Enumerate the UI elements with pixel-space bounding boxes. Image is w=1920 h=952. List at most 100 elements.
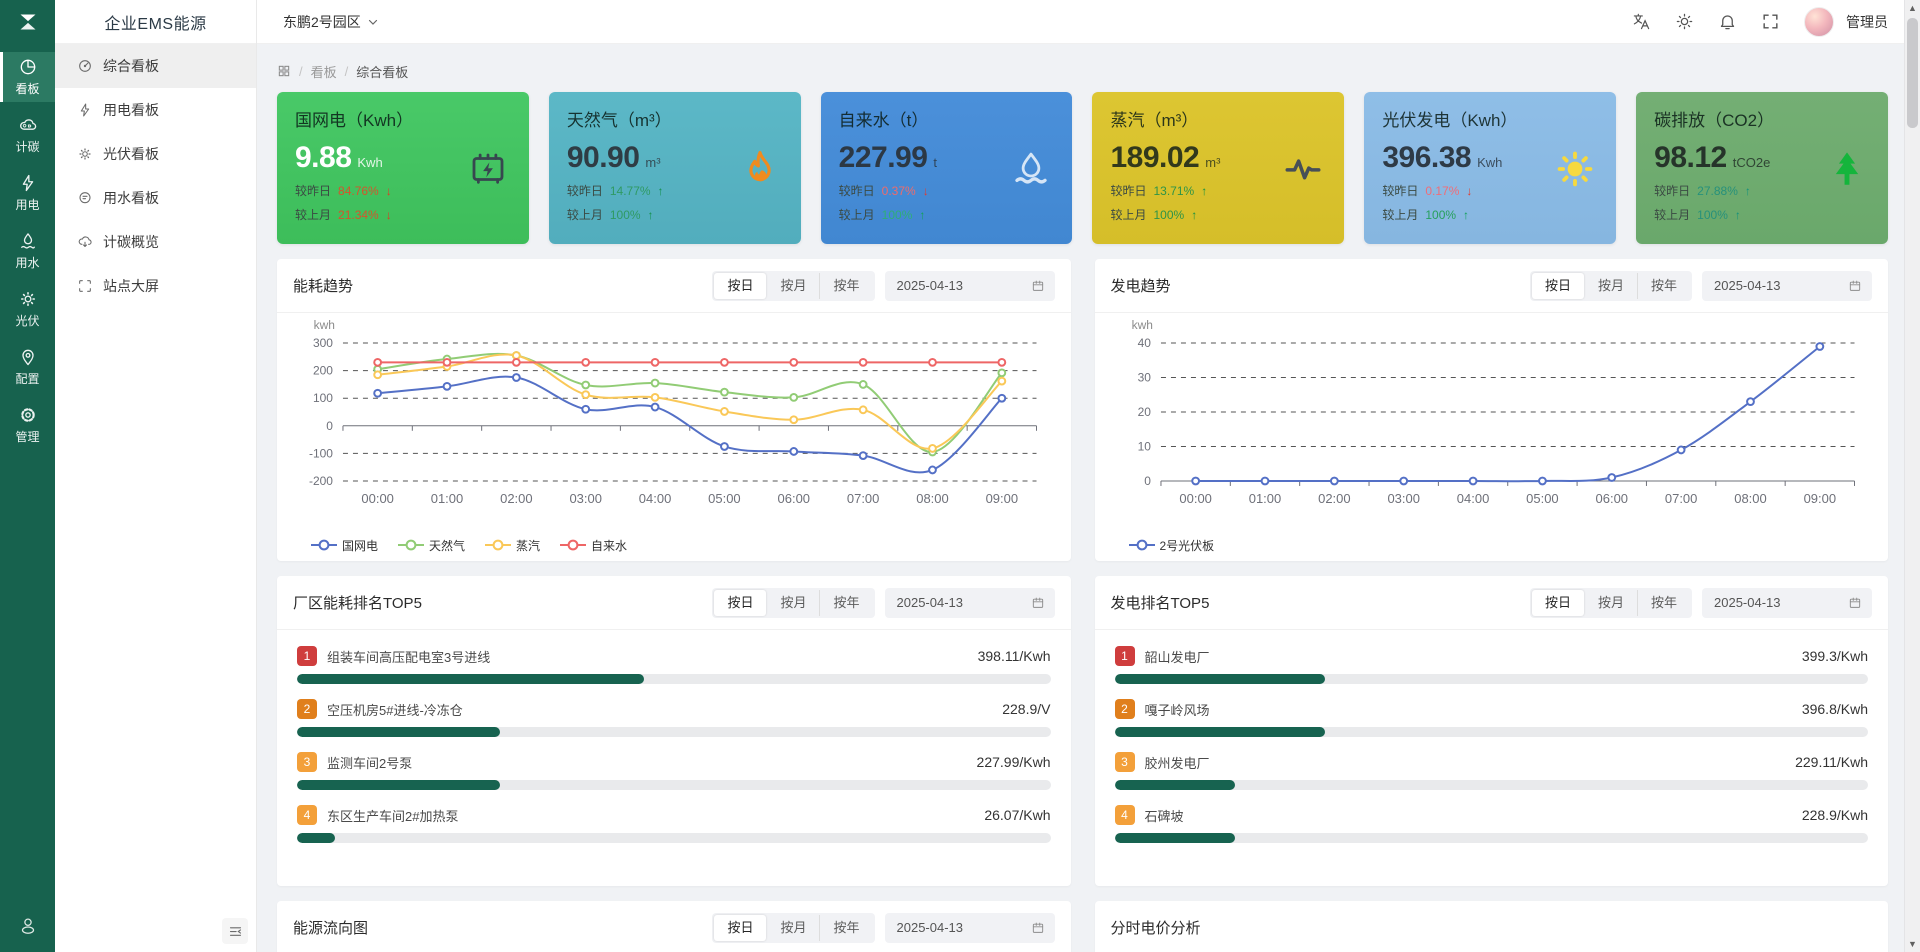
- rail-item-label: 用电: [15, 198, 40, 212]
- stat-card-unit: m³: [645, 155, 661, 170]
- svg-text:06:00: 06:00: [1595, 491, 1628, 506]
- rank-row-3: 3 监测车间2号泵 227.99/Kwh: [297, 752, 1051, 790]
- tab-按月[interactable]: 按月: [766, 590, 819, 616]
- rank-row-4: 4 石碑坡 228.9/Kwh: [1114, 805, 1868, 843]
- app-logo[interactable]: [0, 0, 55, 44]
- tab-按年[interactable]: 按年: [819, 272, 872, 299]
- collapse-sidebar-button[interactable]: [222, 918, 248, 944]
- stat-card-trend: 较上月 100% ↑: [839, 206, 1055, 223]
- legend-marker-icon: [560, 539, 587, 551]
- tab-按月[interactable]: 按月: [1584, 590, 1637, 616]
- page-scrollbar[interactable]: ▲ ▼: [1904, 0, 1920, 952]
- date-picker-value: 2025-04-13: [896, 278, 964, 293]
- rail-item-electricity[interactable]: 用电: [0, 168, 55, 218]
- notification-bell-icon[interactable]: [1718, 12, 1737, 31]
- breadcrumb-item-kanban[interactable]: 看板: [311, 62, 337, 81]
- tab-按年[interactable]: 按年: [819, 914, 872, 941]
- tab-按月[interactable]: 按月: [766, 915, 819, 941]
- fullscreen-icon[interactable]: [1761, 12, 1780, 31]
- sidebar-item-water-board[interactable]: 用水看板: [55, 176, 256, 220]
- rail-item-water[interactable]: 用水: [0, 226, 55, 276]
- arrow-up-icon: ↑: [1463, 207, 1470, 222]
- energy-trend-chart: kwh 300 200 100 0 -100 -200 00:00 01:00 02:00 03:0…: [277, 313, 1071, 557]
- svg-text:300: 300: [313, 336, 333, 350]
- tab-按日[interactable]: 按日: [714, 589, 767, 616]
- stat-card-unit: t: [933, 155, 938, 170]
- stat-card-title: 碳排放（CO2）: [1654, 111, 1775, 130]
- range-tabs: 按日 按月 按年: [1529, 270, 1692, 301]
- panel-generation-ranking: 发电排名TOP5 按日 按月 按年 2025-04-13 1 韶山发电厂 399.3/Kw…: [1094, 576, 1888, 886]
- rail-item-admin[interactable]: 管理: [0, 400, 55, 450]
- legend-item-国网电[interactable]: 国网电: [311, 537, 378, 554]
- stat-card-title: 蒸汽（m³）: [1110, 111, 1199, 130]
- legend-item-自来水[interactable]: 自来水: [560, 537, 627, 554]
- panel-title: 分时电价分析: [1110, 920, 1201, 937]
- legend-label: 蒸汽: [516, 538, 541, 553]
- legend-label: 天然气: [429, 538, 466, 553]
- tab-按月[interactable]: 按月: [766, 273, 819, 299]
- legend-item-2号光伏板[interactable]: 2号光伏板: [1128, 537, 1214, 554]
- date-picker[interactable]: 2025-04-13: [884, 912, 1055, 943]
- svg-text:07:00: 07:00: [847, 491, 880, 506]
- scrollbar-thumb[interactable]: [1907, 18, 1918, 128]
- rail-item-solar[interactable]: 光伏: [0, 284, 55, 334]
- stat-card-solar-gen: 光伏发电（Kwh） 396.38 Kwh 较昨日 0.17% ↓ 较上月 100% ↑: [1364, 92, 1617, 244]
- sidebar-item-overview[interactable]: 综合看板: [55, 44, 256, 88]
- trend-value: 21.34%: [338, 207, 379, 222]
- date-picker[interactable]: 2025-04-13: [884, 587, 1055, 618]
- topbar: 东鹏2号园区 管理员: [257, 0, 1904, 44]
- date-picker[interactable]: 2025-04-13: [1702, 587, 1872, 618]
- legend-marker-icon: [398, 539, 425, 551]
- rank-row-4: 4 东区生产车间2#加热泵 26.07/Kwh: [297, 805, 1051, 843]
- rail-item-dashboard[interactable]: 看板: [0, 52, 55, 102]
- carbon-cloud-icon: [18, 115, 38, 135]
- tab-按日[interactable]: 按日: [714, 272, 767, 299]
- chart-legend: 国网电 天然气 蒸汽 自来水: [287, 529, 1061, 557]
- rail-item-label: 看板: [15, 82, 40, 96]
- tree-icon: [1826, 148, 1868, 190]
- rank-badge: 2: [297, 699, 317, 719]
- tab-按月[interactable]: 按月: [1584, 273, 1637, 299]
- submenu-sidebar: 企业EMS能源 综合看板 用电看板 光伏看板 用水看板 计碳概览 站点大屏: [55, 0, 257, 952]
- rank-value: 396.8/Kwh: [1801, 701, 1868, 717]
- rail-user-icon[interactable]: [0, 914, 55, 936]
- stat-card-trend: 较上月 100% ↑: [1110, 206, 1326, 223]
- user-name[interactable]: 管理员: [1846, 12, 1888, 32]
- tab-按年[interactable]: 按年: [1636, 272, 1690, 299]
- tab-按日[interactable]: 按日: [1531, 272, 1584, 299]
- icon-rail: 看板计碳用电用水光伏配置管理: [0, 0, 55, 952]
- legend-item-天然气[interactable]: 天然气: [398, 537, 465, 554]
- translate-icon[interactable]: [1632, 12, 1651, 31]
- rail-item-carbon[interactable]: 计碳: [0, 110, 55, 160]
- tab-按日[interactable]: 按日: [714, 914, 767, 941]
- sidebar-item-big-screen[interactable]: 站点大屏: [55, 264, 256, 308]
- date-picker[interactable]: 2025-04-13: [884, 270, 1055, 301]
- legend-label: 国网电: [342, 538, 379, 553]
- panel-header: 能耗趋势 按日 按月 按年 2025-04-13: [277, 259, 1071, 313]
- sidebar-item-carbon-overview[interactable]: 计碳概览: [55, 220, 256, 264]
- tab-按年[interactable]: 按年: [1636, 589, 1690, 616]
- rank-row-3: 3 胶州发电厂 229.11/Kwh: [1114, 752, 1868, 790]
- trend-label: 较上月: [838, 208, 875, 222]
- site-selector-dropdown[interactable]: 东鹏2号园区: [283, 12, 379, 32]
- svg-text:30: 30: [1137, 371, 1151, 385]
- sun-icon: [77, 146, 93, 162]
- stat-card-title: 天然气（m³）: [566, 111, 672, 130]
- tab-按年[interactable]: 按年: [819, 589, 872, 616]
- sidebar-item-solar-board[interactable]: 光伏看板: [55, 132, 256, 176]
- stat-card-trend: 较上月 21.34% ↓: [295, 206, 511, 223]
- legend-item-蒸汽[interactable]: 蒸汽: [485, 537, 540, 554]
- stat-card-trend: 较上月 100% ↑: [1382, 206, 1598, 223]
- sidebar-item-electricity-board[interactable]: 用电看板: [55, 88, 256, 132]
- tab-按日[interactable]: 按日: [1531, 589, 1584, 616]
- scroll-down-arrow[interactable]: ▼: [1905, 936, 1920, 952]
- legend-marker-icon: [1128, 539, 1155, 551]
- scroll-up-arrow[interactable]: ▲: [1905, 0, 1920, 16]
- user-avatar[interactable]: [1804, 6, 1834, 37]
- rail-item-config[interactable]: 配置: [0, 342, 55, 392]
- date-picker[interactable]: 2025-04-13: [1702, 270, 1872, 301]
- rank-bar-fill: [1114, 780, 1236, 790]
- rank-row-2: 2 嘎子岭风场 396.8/Kwh: [1114, 699, 1868, 737]
- theme-sun-icon[interactable]: [1675, 12, 1694, 31]
- legend-label: 自来水: [591, 538, 628, 553]
